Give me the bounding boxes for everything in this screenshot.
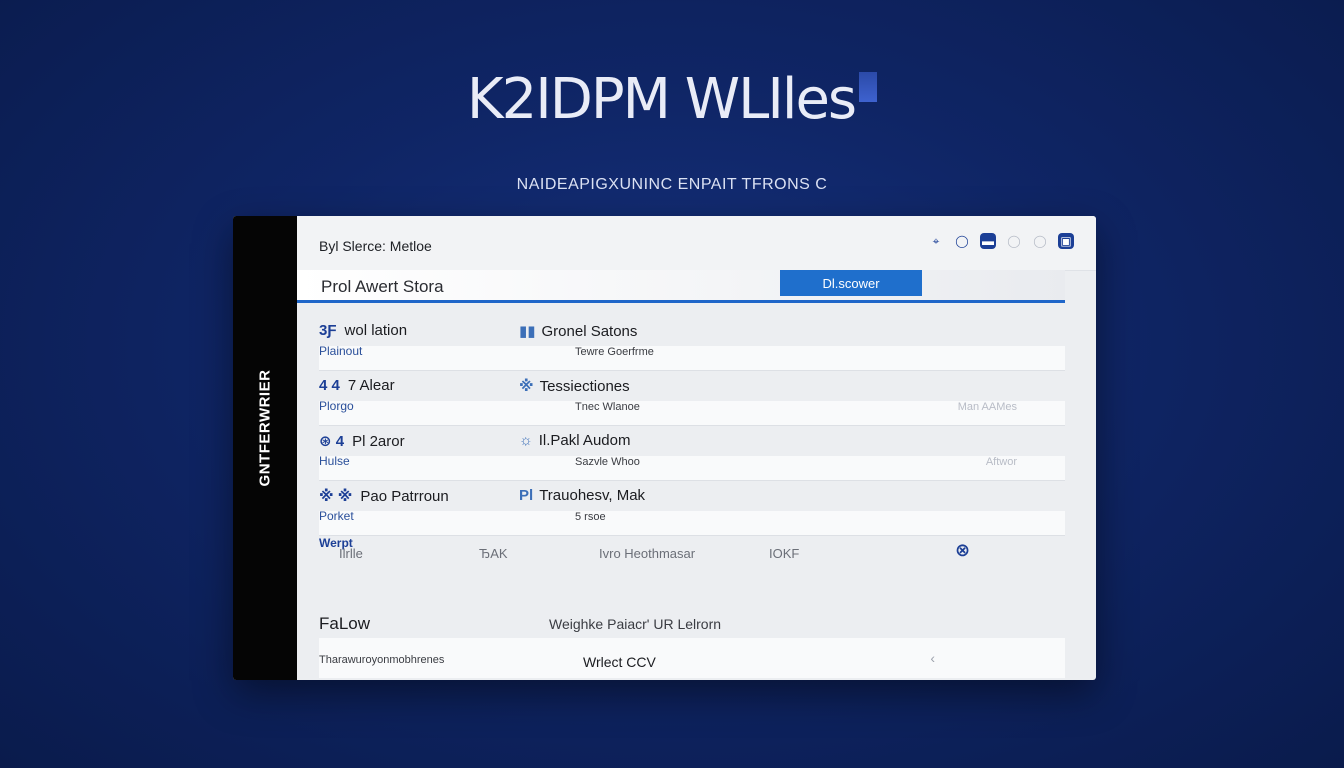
row-mid-text: Gronel Satons [541,323,638,340]
row-mid-text: Il.Pakl Audom [538,432,631,449]
row-sub: Hulse [319,454,350,468]
window-title: Byl Slerce: Metloe [319,238,432,254]
section-link[interactable]: Weighke Paiacr' UR Lelrorn [549,616,721,632]
row-badge: 3Ƒ [319,322,337,339]
footer-row: Tharawuroyonmobhrenes Wrlect CCV ‹ [319,638,1065,678]
row-name-text: wol lation [344,322,408,339]
list-item[interactable]: ※ ※ Pao Patrroun Porket Pl Trauohesv, Mak … [319,481,1065,536]
discover-button[interactable]: Dl.scower [780,270,922,296]
row-mid-badge: Pl [519,487,534,504]
search-input[interactable] [319,274,763,300]
row-right: Aftwor [985,456,1017,468]
row-band [319,511,1065,535]
row-mid-badge: ※ [519,378,534,395]
row-sub: Plorgo [319,399,354,413]
hero-title-text: K2IDPM WLIles [466,67,857,132]
bottom-icon-item: Ilrlle [339,546,363,561]
row-name: ※ ※ Pao Patrroun [319,487,449,505]
export-icon[interactable]: ▣ [1058,233,1074,249]
row-midsub: Tewre Goerfrme [575,346,654,358]
row-mid-text: Tessiectiones [539,378,630,395]
row-mid: ▮▮ Gronel Satons [519,322,637,340]
chevron-left-icon[interactable]: ‹ [930,650,935,666]
globe-icon[interactable]: ⊗ [955,540,970,561]
row-name-text: Pl 2aror [352,433,405,450]
bottom-icon-item: Ivro Heothmasar [599,546,696,561]
row-badge: 4 4 [319,377,340,394]
footer-cta[interactable]: Wrlect CCV [583,654,656,670]
bottom-icon-item: IOKF [769,546,800,561]
section-title: FaLow [319,614,371,633]
row-band [319,401,1065,425]
bottom-section: Werpt Ilrlle ЂAK Ivro Heothmasar IOKF ⊗ … [319,536,1065,678]
row-midsub: Sazvle Whoo [575,456,640,468]
row-sub: Porket [319,509,354,523]
row-mid: Pl Trauohesv, Mak [519,487,645,504]
chat-icon[interactable]: ▬ [980,233,996,249]
bottom-icon-row: Werpt Ilrlle ЂAK Ivro Heothmasar IOKF ⊗ [319,536,1065,570]
toolbar-icons: ⌖ ◯ ▬ ◯ ◯ ▣ [928,233,1074,249]
row-name-text: Pao Patrroun [360,488,449,505]
list-item[interactable]: 3Ƒ wol lation Plainout ▮▮ Gronel Satons Te… [319,316,1065,371]
footer-desc: Tharawuroyonmobhrenes [319,654,445,666]
row-badge: ※ ※ [319,488,353,505]
row-right: Man AAMes [957,401,1017,413]
row-name: 4 4 7 Alear [319,377,395,394]
row-midsub: 5 rsoe [575,511,606,523]
settings-icon[interactable]: ◯ [1032,233,1048,249]
row-name-text: 7 Alear [347,377,395,394]
row-mid: ※ Tessiectiones [519,377,630,395]
row-mid-text: Trauohesv, Mak [539,487,646,504]
row-name: 3Ƒ wol lation [319,322,407,339]
row-mid-badge: ▮▮ [519,323,536,340]
side-rail-label: GNTFERWRIER [256,369,274,487]
row-mid: ☼ Il.Pakl Audom [519,432,630,449]
titlebar: Byl Slerce: Metloe ⌖ ◯ ▬ ◯ ◯ ▣ [297,216,1096,271]
results-list: 3Ƒ wol lation Plainout ▮▮ Gronel Satons Te… [319,316,1065,536]
row-mid-badge: ☼ [519,432,533,449]
pin-icon[interactable]: ◯ [954,233,970,249]
side-rail: GNTFERWRIER [233,216,297,680]
hero-logo-accent [859,72,878,102]
row-badge: ⊛ 4 [319,433,345,450]
row-band [319,456,1065,480]
info-icon[interactable]: ◯ [1006,233,1022,249]
list-item[interactable]: 4 4 7 Alear Plorgo ※ Tessiectiones Tnec Wl… [319,371,1065,426]
row-midsub: Tnec Wlanoe [575,401,640,413]
location-icon[interactable]: ⌖ [928,233,944,249]
list-item[interactable]: ⊛ 4 Pl 2aror Hulse ☼ Il.Pakl Audom Sazvle … [319,426,1065,481]
row-sub: Plainout [319,344,363,358]
hero-title: K2IDPM WLIles [0,72,1344,128]
bottom-icon-item: ЂAK [479,546,508,561]
row-band [319,346,1065,370]
app-window: GNTFERWRIER Byl Slerce: Metloe ⌖ ◯ ▬ ◯ ◯… [233,216,1096,680]
row-name: ⊛ 4 Pl 2aror [319,432,405,450]
search-bar: Dl.scower [297,270,1065,303]
hero-subtitle: NAIDEAPIGXUNINC ENPAIT TFRONS C [516,176,828,193]
